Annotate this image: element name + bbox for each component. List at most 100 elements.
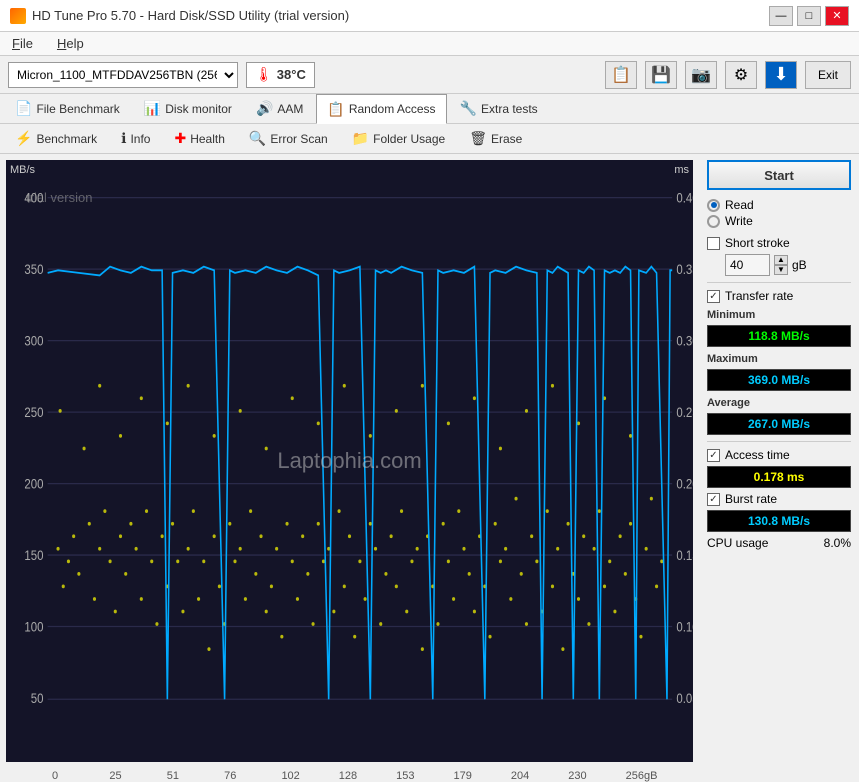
info-icon: ℹ (121, 130, 126, 147)
svg-text:100: 100 (24, 620, 43, 635)
short-stroke-checkbox[interactable]: Short stroke (707, 236, 851, 250)
toolbar: Micron_1100_MTFDDAV256TBN (256 gB 🌡 38°C… (0, 56, 859, 94)
svg-text:300: 300 (24, 334, 43, 349)
read-radio-circle (707, 199, 720, 212)
average-label: Average (707, 397, 851, 409)
tab-folder-usage[interactable]: 📁 Folder Usage (341, 124, 456, 153)
erase-icon: 🗑 (469, 130, 487, 147)
svg-text:0.35: 0.35 (676, 262, 693, 277)
stroke-row: ▲ ▼ gB (725, 254, 851, 276)
svg-text:150: 150 (24, 548, 43, 563)
access-time-box: ✓ (707, 449, 720, 462)
health-icon: ✚ (174, 130, 186, 147)
svg-text:250: 250 (24, 405, 43, 420)
transfer-rate-checkbox[interactable]: ✓ Transfer rate (707, 289, 851, 303)
exit-button[interactable]: Exit (805, 61, 851, 89)
svg-text:0.25: 0.25 (676, 405, 693, 420)
spin-down[interactable]: ▼ (774, 265, 788, 275)
spinner-buttons: ▲ ▼ (774, 255, 788, 275)
extra-tests-icon: 🔧 (460, 100, 477, 117)
chart-area: MB/s ms trial version Laptophia.com 400 … (6, 160, 693, 762)
tab-benchmark[interactable]: ⚡ Benchmark (4, 124, 108, 153)
random-access-icon: 📋 (327, 101, 344, 118)
tab-row-2: ⚡ Benchmark ℹ Info ✚ Health 🔍 Error Scan… (0, 124, 859, 154)
tab-erase[interactable]: 🗑 Erase (458, 124, 533, 153)
y-axis-right-label: ms (674, 164, 689, 176)
cpu-usage-label: CPU usage (707, 536, 768, 550)
svg-text:350: 350 (24, 262, 43, 277)
chart-svg: 400 350 300 250 200 150 100 50 0.40 0.35… (6, 160, 693, 762)
stroke-input[interactable] (725, 254, 770, 276)
access-time-value: 0.178 ms (707, 466, 851, 488)
average-value: 267.0 MB/s (707, 413, 851, 435)
error-scan-icon: 🔍 (249, 130, 266, 147)
file-benchmark-icon: 📄 (15, 100, 32, 117)
divider-1 (707, 282, 851, 283)
maximize-button[interactable]: □ (797, 6, 821, 26)
svg-text:0.30: 0.30 (676, 334, 693, 349)
divider-2 (707, 441, 851, 442)
disk-monitor-icon: 📊 (144, 100, 161, 117)
aam-icon: 🔊 (256, 100, 273, 117)
read-write-group: Read Write (707, 198, 851, 228)
save-button[interactable]: 💾 (645, 61, 677, 89)
cpu-usage-row: CPU usage 8.0% (707, 536, 851, 550)
minimum-value: 118.8 MB/s (707, 325, 851, 347)
start-button[interactable]: Start (707, 160, 851, 190)
download-button[interactable]: ⬇ (765, 61, 797, 89)
title-text: HD Tune Pro 5.70 - Hard Disk/SSD Utility… (32, 8, 349, 23)
copy-button[interactable]: 📋 (605, 61, 637, 89)
y-axis-left-label: MB/s (10, 164, 35, 176)
spin-up[interactable]: ▲ (774, 255, 788, 265)
cpu-usage-value: 8.0% (824, 536, 851, 550)
window-controls: — □ ✕ (769, 6, 849, 26)
folder-usage-icon: 📁 (352, 130, 369, 147)
temperature-icon: 🌡 (255, 66, 273, 83)
tab-disk-monitor[interactable]: 📊 Disk monitor (133, 94, 243, 123)
svg-text:200: 200 (24, 477, 43, 492)
svg-text:0.05: 0.05 (676, 691, 693, 706)
maximum-value: 369.0 MB/s (707, 369, 851, 391)
tab-error-scan[interactable]: 🔍 Error Scan (238, 124, 339, 153)
burst-rate-checkbox[interactable]: ✓ Burst rate (707, 492, 851, 506)
trial-watermark: trial version (26, 190, 92, 205)
svg-text:0.40: 0.40 (676, 191, 693, 206)
svg-text:0.15: 0.15 (676, 548, 693, 563)
minimize-button[interactable]: — (769, 6, 793, 26)
benchmark-icon: ⚡ (15, 130, 32, 147)
tab-file-benchmark[interactable]: 📄 File Benchmark (4, 94, 131, 123)
write-radio-circle (707, 215, 720, 228)
write-radio[interactable]: Write (707, 214, 851, 228)
burst-rate-box: ✓ (707, 493, 720, 506)
drive-selector[interactable]: Micron_1100_MTFDDAV256TBN (256 gB (8, 62, 238, 88)
temperature-display: 🌡 38°C (246, 62, 315, 88)
temperature-value: 38°C (277, 67, 306, 82)
menu-bar: File Help (0, 32, 859, 56)
maximum-label: Maximum (707, 353, 851, 365)
read-radio[interactable]: Read (707, 198, 851, 212)
tab-extra-tests[interactable]: 🔧 Extra tests (449, 94, 549, 123)
tab-health[interactable]: ✚ Health (163, 124, 235, 153)
help-menu[interactable]: Help (53, 34, 88, 53)
minimum-label: Minimum (707, 309, 851, 321)
tab-info[interactable]: ℹ Info (110, 124, 161, 153)
burst-rate-value: 130.8 MB/s (707, 510, 851, 532)
tab-aam[interactable]: 🔊 AAM (245, 94, 314, 123)
transfer-rate-box: ✓ (707, 290, 720, 303)
camera-button[interactable]: 📷 (685, 61, 717, 89)
access-time-checkbox[interactable]: ✓ Access time (707, 448, 851, 462)
title-bar: HD Tune Pro 5.70 - Hard Disk/SSD Utility… (0, 0, 859, 32)
settings-button[interactable]: ⚙ (725, 61, 757, 89)
svg-text:0.10: 0.10 (676, 620, 693, 635)
close-button[interactable]: ✕ (825, 6, 849, 26)
x-axis-labels: 0 25 51 76 102 128 153 179 204 230 256gB (0, 768, 691, 782)
main-content: MB/s ms trial version Laptophia.com 400 … (0, 154, 859, 768)
short-stroke-box (707, 237, 720, 250)
svg-text:0.20: 0.20 (676, 477, 693, 492)
app-icon (10, 8, 26, 24)
right-panel: Start Read Write Short stroke ▲ ▼ gB (699, 154, 859, 768)
file-menu[interactable]: File (8, 34, 37, 53)
tab-random-access[interactable]: 📋 Random Access (316, 94, 446, 124)
svg-text:50: 50 (31, 691, 44, 706)
tab-row-1: 📄 File Benchmark 📊 Disk monitor 🔊 AAM 📋 … (0, 94, 859, 124)
